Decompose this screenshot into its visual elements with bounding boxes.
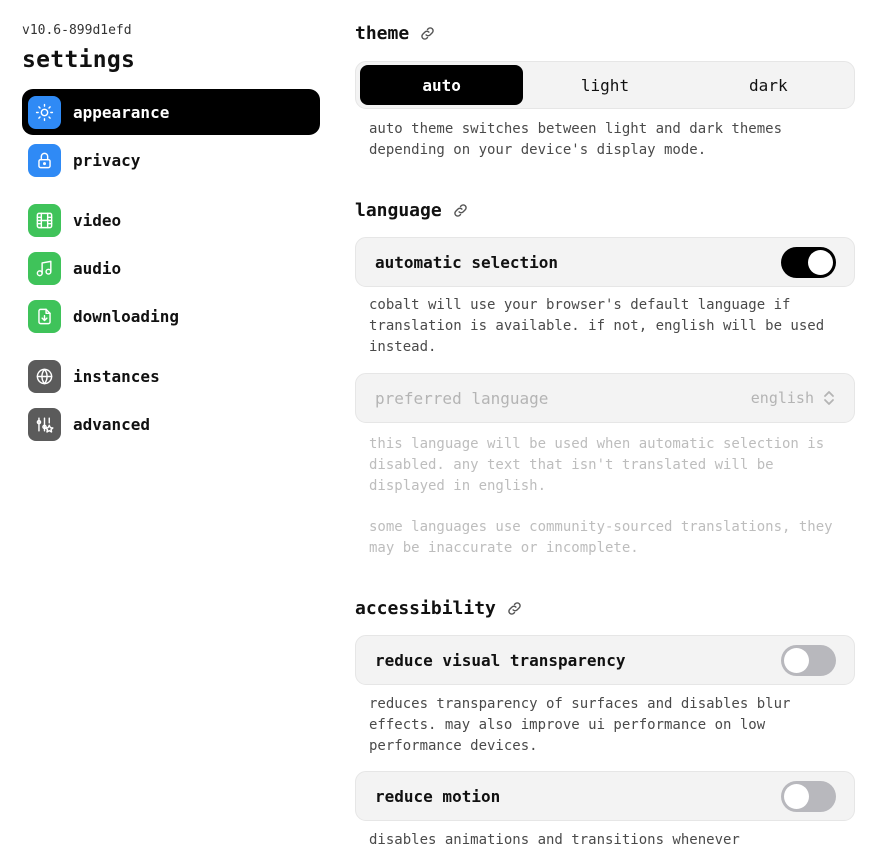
community-translation-note: some languages use community-sourced tra… (369, 519, 833, 556)
film-icon (28, 203, 61, 237)
reduce-transparency-description: reduces transparency of surfaces and dis… (369, 696, 791, 754)
sidebar-item-downloading[interactable]: downloading (22, 293, 320, 339)
reduce-motion-row[interactable]: reduce motion (355, 771, 855, 821)
sliders-icon (28, 407, 61, 441)
preferred-language-select[interactable]: english (751, 389, 836, 407)
download-file-icon (28, 299, 61, 333)
section-title-text: language (355, 199, 442, 221)
reduce-motion-label: reduce motion (375, 786, 501, 806)
reduce-transparency-toggle[interactable] (781, 644, 836, 676)
theme-option-light[interactable]: light (523, 65, 686, 105)
link-icon[interactable] (419, 25, 436, 42)
sidebar-item-video[interactable]: video (22, 197, 320, 243)
link-icon[interactable] (452, 202, 469, 219)
language-section-title: language (355, 195, 469, 225)
automatic-selection-toggle[interactable] (781, 246, 836, 278)
sidebar-item-label: privacy (73, 150, 141, 170)
nav-divider (22, 185, 320, 197)
preferred-language-description: this language will be used when automati… (369, 436, 825, 494)
sidebar-item-privacy[interactable]: privacy (22, 137, 320, 183)
accessibility-section-title: accessibility (355, 593, 523, 623)
sidebar: v10.6-899d1efd settings appearance priva… (22, 22, 320, 449)
automatic-selection-label: automatic selection (375, 252, 559, 272)
sidebar-item-label: video (73, 210, 122, 230)
section-title-text: accessibility (355, 597, 496, 619)
sidebar-item-label: audio (73, 258, 122, 278)
chevron-up-down-icon (822, 390, 836, 406)
sidebar-item-audio[interactable]: audio (22, 245, 320, 291)
preferred-language-value: english (750, 389, 814, 407)
theme-section-title: theme (355, 18, 436, 48)
nav-divider (22, 341, 320, 353)
theme-selector: auto light dark (355, 61, 855, 109)
reduce-transparency-label: reduce visual transparency (375, 650, 626, 670)
lock-icon (28, 143, 61, 177)
theme-option-auto[interactable]: auto (360, 65, 524, 105)
sidebar-item-label: advanced (73, 414, 151, 434)
sidebar-item-label: appearance (73, 102, 170, 122)
automatic-selection-row[interactable]: automatic selection (355, 237, 855, 287)
link-icon[interactable] (506, 600, 523, 617)
section-title-text: theme (355, 22, 410, 44)
toggle-knob (808, 249, 833, 275)
reduce-motion-description: disables animations and transitions when… (369, 832, 740, 847)
sidebar-item-appearance[interactable]: appearance (22, 89, 320, 135)
toggle-knob (784, 647, 809, 673)
version-label: v10.6-899d1efd (22, 23, 132, 38)
sidebar-item-instances[interactable]: instances (22, 353, 320, 399)
sidebar-item-label: downloading (73, 306, 179, 326)
automatic-selection-description: cobalt will use your browser's default l… (369, 297, 825, 355)
sidebar-item-advanced[interactable]: advanced (22, 401, 320, 447)
sun-icon (28, 95, 61, 129)
settings-nav: appearance privacy video audio downloadi… (22, 89, 320, 447)
page-title: settings (22, 47, 136, 73)
sidebar-item-label: instances (73, 366, 160, 386)
preferred-language-label: preferred language (375, 388, 549, 408)
music-note-icon (28, 251, 61, 285)
theme-description: auto theme switches between light and da… (369, 121, 783, 158)
globe-icon (28, 359, 61, 393)
toggle-knob (784, 783, 809, 809)
reduce-motion-toggle[interactable] (781, 780, 836, 812)
preferred-language-row[interactable]: preferred language english (355, 373, 855, 423)
reduce-transparency-row[interactable]: reduce visual transparency (355, 635, 855, 685)
theme-option-dark[interactable]: dark (687, 65, 850, 105)
